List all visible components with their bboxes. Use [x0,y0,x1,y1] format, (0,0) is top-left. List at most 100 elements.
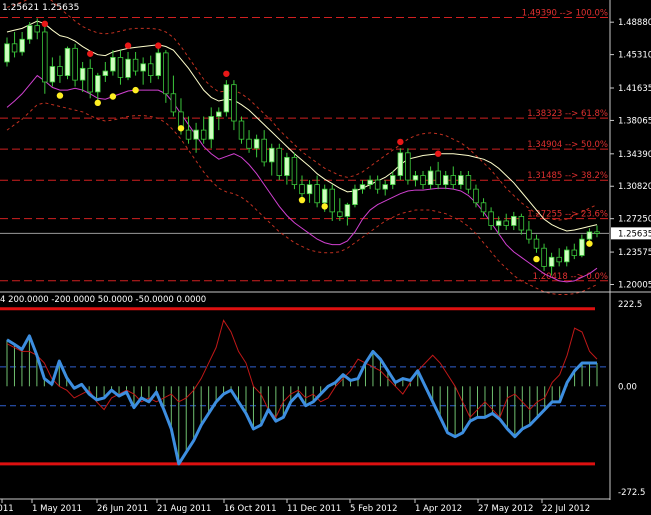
current-price-label: 1.25635 [618,229,651,239]
candle-body [458,175,464,186]
candle [208,107,214,149]
candle [49,57,56,87]
yellow-fractal-dot [586,240,593,247]
candle-body [57,66,63,76]
candle [4,37,10,67]
ohlc-readout: 1.25621 1.25635 [2,3,80,13]
candle-body [231,84,237,122]
time-tick-label: 5 Feb 2012 [350,504,398,514]
candle-body [579,238,585,256]
candle-body [125,58,131,78]
red-fractal-dot [434,150,442,157]
candle-body [72,47,78,81]
candle-body [246,138,252,149]
candle [556,248,562,267]
candle [132,51,139,76]
candle-body [397,152,404,176]
candle-body [427,170,434,186]
candle [458,170,464,190]
candle [216,107,222,131]
candle [79,61,86,92]
candle-body [473,188,479,204]
candle-body [117,57,124,78]
candle [72,43,78,87]
candle [427,166,434,190]
candle-body [563,249,570,263]
time-tick-label: 21 Aug 2011 [157,504,211,514]
envelope-bands [6,0,598,296]
fibonacci-levels: 1.49390 --> 100.0% 1.38323 --> 61.8% 1.349… [0,9,609,282]
candle-body [147,63,154,76]
candle [473,184,479,208]
candle [64,46,71,80]
candle [19,31,25,56]
yellow-fractal-dot [321,203,328,210]
price-chart[interactable]: 1.49390 --> 100.0% 1.38323 --> 61.8% 1.349… [0,0,651,515]
candle [541,243,547,271]
candle [382,180,388,196]
candle [155,48,162,80]
candle-body [102,70,109,76]
price-tick-label: 1.30820 [618,182,651,192]
time-tick-label: 11 Dec 2011 [287,504,341,514]
candle [359,180,366,194]
candle-body [420,175,426,186]
candle [170,75,177,117]
candle-body [49,66,56,83]
candle [291,152,298,190]
candle-body [276,147,283,176]
candle-body [268,147,275,163]
candle-body [344,204,351,217]
red-fractal-dot [124,42,132,49]
candle-body [390,175,396,186]
candle [465,170,472,194]
candle [488,207,494,231]
candle-body [352,188,358,206]
candle-body [193,129,199,140]
candle-body [435,170,441,186]
candle [390,170,396,190]
candle [420,170,426,190]
candle [102,61,109,82]
candle [533,234,540,253]
candle-body [594,231,600,234]
yellow-fractal-dot [533,255,540,263]
candle-body [26,25,33,40]
red-fractal-dot [155,42,162,49]
fib-label: 1.38323 --> 61.8% [527,109,608,119]
candle-body [526,229,532,240]
candle-body [337,211,343,217]
candle-body [382,184,388,190]
osc-main-line [6,334,597,466]
candle-body [19,38,25,53]
candle [11,31,18,58]
candle-body [306,184,313,195]
candle [231,80,237,131]
candle [526,220,532,244]
candle-body [87,67,93,93]
candle [299,175,305,199]
candle [571,243,578,260]
candle-body [495,220,502,226]
candle [442,170,449,190]
price-tick-label: 1.23575 [618,248,651,258]
time-tick-label: 16 Oct 2011 [224,504,277,514]
fractal-dots [41,20,593,263]
candle [268,143,275,176]
oscillator-levels-label: 4 200.0000 -200.0000 50.0000 -50.0000 0.… [0,295,207,305]
candle-body [548,256,555,267]
price-tick-label: 1.34390 [618,150,651,160]
fib-label: 1.49390 --> 100.0% [522,9,608,19]
yellow-fractal-dot [109,93,117,100]
candle-body [64,47,71,76]
candle [374,175,381,194]
yellow-fractal-dot [298,196,306,204]
time-tick-label: 26 Jun 2011 [97,504,148,514]
price-tick-label: 1.48880 [618,18,651,28]
candle [125,51,131,81]
candle [397,148,404,181]
candle-body [95,75,101,93]
candle [42,25,48,94]
time-tick-label: 1 May 2011 [32,504,82,514]
candlesticks [4,18,600,276]
